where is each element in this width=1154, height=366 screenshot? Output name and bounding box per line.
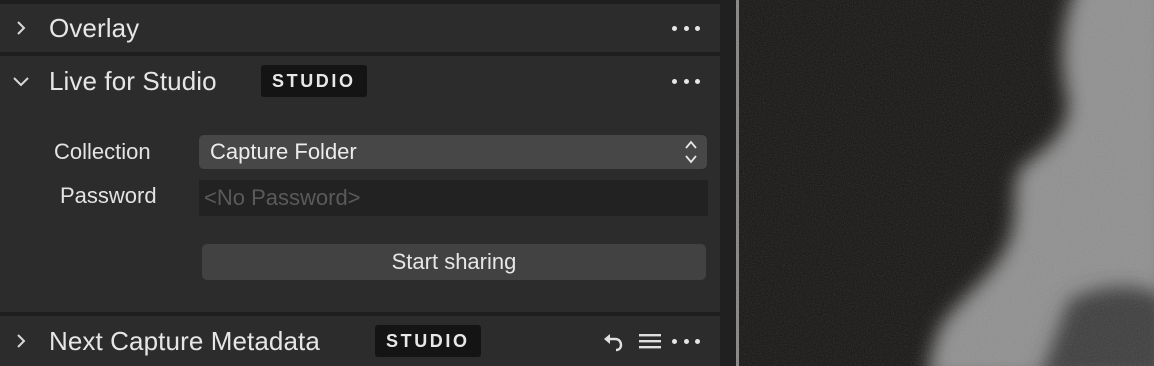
- capture-viewer-image: [739, 0, 1154, 366]
- chevron-right-icon[interactable]: [12, 332, 30, 350]
- section-header-overlay[interactable]: Overlay: [0, 4, 720, 52]
- collection-value: Capture Folder: [210, 139, 357, 164]
- more-dots-icon[interactable]: [672, 334, 700, 348]
- section-title: Live for Studio: [49, 65, 217, 96]
- up-down-chevron-icon: [685, 140, 697, 164]
- section-title: Overlay: [49, 12, 140, 43]
- password-placeholder: <No Password>: [204, 185, 361, 210]
- section-title: Next Capture Metadata: [49, 325, 320, 356]
- collection-select[interactable]: Capture Folder: [199, 135, 707, 169]
- password-field[interactable]: <No Password>: [199, 180, 708, 216]
- list-icon[interactable]: [639, 332, 661, 350]
- start-sharing-button[interactable]: Start sharing: [202, 244, 706, 280]
- studio-badge: STUDIO: [375, 325, 481, 357]
- reset-icon[interactable]: [601, 330, 625, 352]
- more-dots-icon[interactable]: [672, 74, 700, 88]
- studio-badge: STUDIO: [261, 65, 367, 97]
- capture-preview: [739, 0, 1154, 366]
- section-header-live-for-studio[interactable]: Live for Studio STUDIO: [0, 56, 720, 106]
- section-header-next-capture-metadata[interactable]: Next Capture Metadata STUDIO: [0, 316, 720, 366]
- more-dots-icon[interactable]: [672, 21, 700, 35]
- chevron-down-icon[interactable]: [12, 72, 30, 90]
- chevron-right-icon[interactable]: [12, 19, 30, 37]
- collection-label: Collection: [54, 139, 151, 164]
- password-label: Password: [60, 183, 157, 208]
- tool-panel: Overlay Live for Studio STUDIO Collectio…: [0, 0, 720, 366]
